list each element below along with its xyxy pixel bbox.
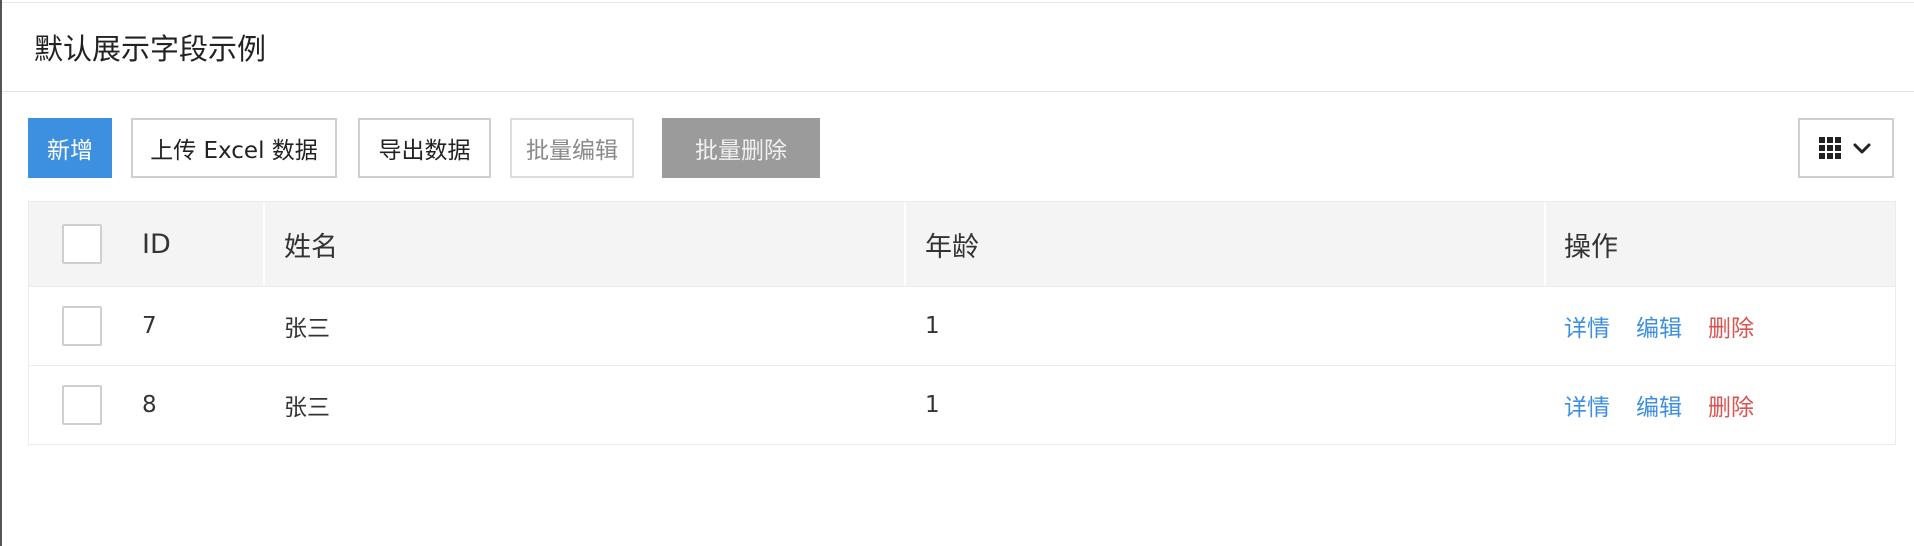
add-button[interactable]: 新增 — [28, 118, 112, 178]
select-all-checkbox[interactable] — [62, 224, 102, 264]
toolbar: 新增 上传 Excel 数据 导出数据 批量编辑 批量删除 — [28, 118, 1894, 178]
cell-actions: 详情 编辑 删除 — [1564, 287, 1780, 365]
row-select-cell — [62, 366, 102, 444]
table-header-row: ID 姓名 年龄 操作 — [29, 202, 1895, 286]
column-header-age[interactable]: 年龄 — [925, 202, 979, 286]
title-divider — [2, 91, 1914, 92]
upload-excel-button[interactable]: 上传 Excel 数据 — [131, 118, 337, 178]
batch-edit-button[interactable]: 批量编辑 — [510, 118, 634, 178]
select-all-cell — [62, 202, 102, 286]
cell-age: 1 — [925, 313, 940, 339]
cell-name: 张三 — [284, 395, 330, 421]
cell-name: 张三 — [284, 316, 330, 342]
cell-id: 8 — [142, 392, 157, 418]
cell-age: 1 — [925, 392, 940, 418]
grid-icon — [1819, 137, 1841, 159]
detail-link[interactable]: 详情 — [1564, 388, 1610, 422]
export-data-button[interactable]: 导出数据 — [358, 118, 491, 178]
delete-link[interactable]: 删除 — [1708, 388, 1754, 422]
column-header-actions: 操作 — [1564, 231, 1618, 263]
column-header-name[interactable]: 姓名 — [284, 202, 338, 286]
row-select-cell — [62, 287, 102, 365]
row-checkbox[interactable] — [62, 306, 102, 346]
cell-actions: 详情 编辑 删除 — [1564, 366, 1780, 444]
table-row: 7 张三 1 详情 编辑 删除 — [29, 286, 1895, 365]
chevron-down-icon — [1853, 143, 1871, 154]
data-table: ID 姓名 年龄 操作 7 张三 1 详情 编辑 删除 8 张三 1 详情 编辑… — [28, 201, 1896, 445]
table-row: 8 张三 1 详情 编辑 删除 — [29, 365, 1895, 444]
row-checkbox[interactable] — [62, 385, 102, 425]
panel-title: 默认展示字段示例 — [34, 32, 267, 66]
delete-link[interactable]: 删除 — [1708, 309, 1754, 343]
column-toggle-button[interactable] — [1798, 118, 1894, 178]
detail-link[interactable]: 详情 — [1564, 309, 1610, 343]
edit-link[interactable]: 编辑 — [1636, 309, 1682, 343]
column-header-id[interactable]: ID — [142, 202, 171, 286]
batch-delete-button[interactable]: 批量删除 — [662, 118, 820, 178]
cell-id: 7 — [142, 313, 157, 339]
crud-panel: 默认展示字段示例 新增 上传 Excel 数据 导出数据 批量编辑 批量删除 I… — [0, 0, 1914, 546]
edit-link[interactable]: 编辑 — [1636, 388, 1682, 422]
